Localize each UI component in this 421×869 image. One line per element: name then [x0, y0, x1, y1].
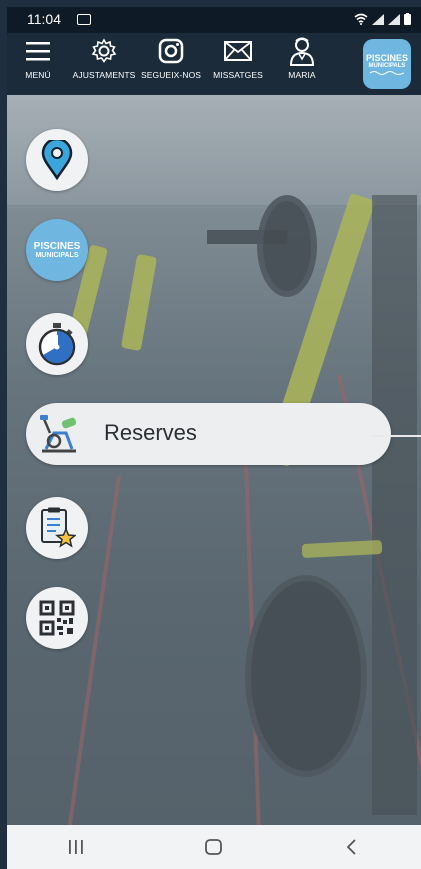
side-qr-button[interactable] [26, 587, 88, 649]
status-icons [354, 13, 411, 25]
signal-icon [372, 14, 384, 25]
piscines-logo-icon: PISCINES MUNICIPALS [34, 241, 81, 260]
piscines-municipals-logo[interactable]: PISCINES MUNICIPALS [363, 39, 411, 89]
android-nav-bar [7, 825, 421, 869]
toolbar-follow-us-label: SEGUEIX-NOS [140, 70, 202, 80]
user-icon [289, 33, 315, 69]
exercise-bike-icon [40, 415, 77, 453]
home-button[interactable] [184, 832, 244, 862]
piscines-line1: PISCINES [33, 240, 81, 252]
toolbar-messages[interactable]: MISSATGES [209, 33, 267, 95]
stopwatch-icon [38, 323, 76, 366]
status-time: 11:04 [27, 11, 61, 27]
top-toolbar: MENÚ AJUSTAMENTS SEGUEIX-NOS MISSATGES M… [7, 33, 421, 95]
checklist-star-icon [41, 507, 76, 548]
wifi-icon [354, 13, 368, 25]
logo-line2: MUNICIPALS [368, 62, 406, 69]
wave-icon [370, 70, 404, 75]
envelope-icon [223, 33, 253, 69]
app-screen: 11:04 MENÚ AJUSTAMENTS SEGUEIX-NOS MISSA… [7, 7, 421, 869]
reserves-label: Reserves [104, 420, 197, 445]
toolbar-settings-label: AJUSTAMENTS [72, 70, 136, 80]
toolbar-settings[interactable]: AJUSTAMENTS [71, 33, 137, 95]
hamburger-icon [24, 33, 52, 69]
toolbar-menu-label: MENÚ [25, 70, 51, 80]
side-piscines-button[interactable]: PISCINES MUNICIPALS [26, 219, 88, 281]
toolbar-follow-us[interactable]: SEGUEIX-NOS [141, 33, 201, 95]
toolbar-menu[interactable]: MENÚ [15, 33, 61, 95]
side-timer-button[interactable] [26, 313, 88, 375]
back-icon [346, 839, 356, 855]
instagram-icon [158, 33, 184, 69]
logo-line1: PISCINES [365, 52, 408, 63]
gallery-notification-icon [77, 14, 91, 25]
piscines-line2: MUNICIPALS [35, 251, 79, 259]
gear-icon [90, 33, 118, 69]
toolbar-user-label: MARIA [288, 70, 316, 80]
side-reserves-button[interactable]: Reserves [26, 403, 391, 465]
status-bar: 11:04 [7, 7, 421, 33]
side-location-button[interactable] [26, 129, 88, 191]
pill-connector-line [372, 435, 421, 437]
recent-apps-icon [69, 840, 83, 854]
location-pin-icon [41, 140, 73, 180]
qr-code-icon [39, 600, 75, 636]
signal2-icon [388, 14, 400, 25]
battery-icon [404, 13, 411, 25]
back-button[interactable] [322, 832, 382, 862]
toolbar-messages-label: MISSATGES [213, 70, 263, 80]
toolbar-user[interactable]: MARIA [277, 33, 327, 95]
side-ratings-button[interactable] [26, 497, 88, 559]
recent-apps-button[interactable] [46, 832, 106, 862]
home-icon [205, 839, 222, 855]
